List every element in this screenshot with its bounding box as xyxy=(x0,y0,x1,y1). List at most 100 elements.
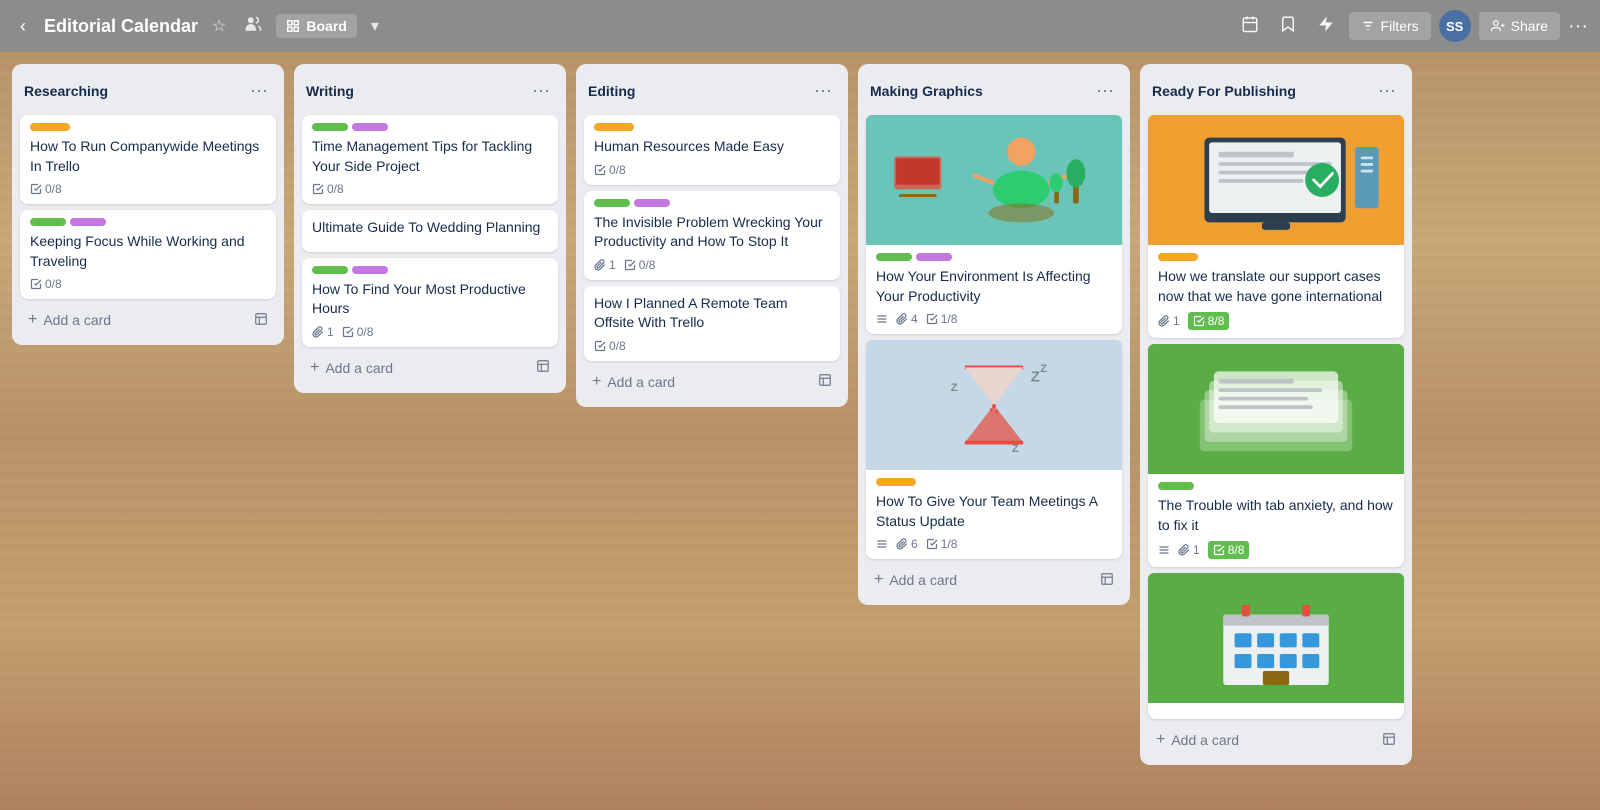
card-labels-w3 xyxy=(312,266,548,274)
add-card-btn-researching[interactable]: + Add a card xyxy=(20,305,276,335)
add-card-btn-ready-for-publishing[interactable]: + Add a card xyxy=(1148,725,1404,755)
team-icon[interactable] xyxy=(240,11,266,42)
card-meta-rfp1: 1 8/8 xyxy=(1158,312,1394,330)
list-researching: Researching ··· How To Run Companywide M… xyxy=(12,64,284,345)
plus-icon: + xyxy=(310,359,319,377)
card-labels-mg2 xyxy=(876,478,1112,486)
plus-icon: + xyxy=(28,311,37,329)
card-template-icon[interactable] xyxy=(818,373,832,390)
card-labels-r1 xyxy=(30,123,266,131)
card-meta-w3: 1 0/8 xyxy=(312,325,548,339)
card-meta-mg1: 4 1/8 xyxy=(876,312,1112,326)
list-header-making-graphics: Making Graphics ··· xyxy=(866,74,1122,109)
card-title-e2: The Invisible Problem Wrecking Your Prod… xyxy=(594,213,830,252)
card-r1[interactable]: How To Run Companywide Meetings In Trell… xyxy=(20,115,276,204)
list-title-editing: Editing xyxy=(588,83,635,99)
plus-icon: + xyxy=(1156,731,1165,749)
card-w3[interactable]: How To Find Your Most Productive Hours 1… xyxy=(302,258,558,347)
list-ready-for-publishing: Ready For Publishing ··· How we translat xyxy=(1140,64,1412,765)
list-menu-btn-researching[interactable]: ··· xyxy=(246,78,272,103)
avatar[interactable]: SS xyxy=(1439,10,1471,42)
board-title[interactable]: Editorial Calendar xyxy=(44,16,198,37)
back-button[interactable]: ‹ xyxy=(12,12,34,41)
card-template-icon[interactable] xyxy=(536,359,550,376)
card-w2[interactable]: Ultimate Guide To Wedding Planning xyxy=(302,210,558,252)
filters-label: Filters xyxy=(1381,18,1419,34)
svg-text:Z: Z xyxy=(1031,369,1040,386)
add-card-btn-writing[interactable]: + Add a card xyxy=(302,353,558,383)
card-title-mg1: How Your Environment Is Affecting Your P… xyxy=(876,267,1112,306)
filters-button[interactable]: Filters xyxy=(1349,12,1431,40)
card-mg1[interactable]: How Your Environment Is Affecting Your P… xyxy=(866,115,1122,334)
card-attachments-w3: 1 xyxy=(312,325,334,339)
more-icon[interactable]: ··· xyxy=(1568,15,1588,38)
list-menu-btn-making-graphics[interactable]: ··· xyxy=(1092,78,1118,103)
lightning-icon[interactable] xyxy=(1311,11,1341,42)
card-checklist-w3: 0/8 xyxy=(342,325,374,339)
calendar-icon[interactable] xyxy=(1235,11,1265,42)
bookmark-icon[interactable] xyxy=(1273,11,1303,42)
card-e2[interactable]: The Invisible Problem Wrecking Your Prod… xyxy=(584,191,840,280)
list-editing: Editing ··· Human Resources Made Easy 0/… xyxy=(576,64,848,407)
card-title-w3: How To Find Your Most Productive Hours xyxy=(312,280,548,319)
card-rfp3[interactable] xyxy=(1148,573,1404,719)
list-menu-btn-writing[interactable]: ··· xyxy=(528,78,554,103)
card-label xyxy=(876,478,916,486)
card-title-w1: Time Management Tips for Tackling Your S… xyxy=(312,137,548,176)
card-label xyxy=(312,123,348,131)
card-mg2[interactable]: Z Z Z Z How To Give Your Team Meetings A… xyxy=(866,340,1122,559)
add-card-left: + Add a card xyxy=(310,359,393,377)
card-cover-rfp3 xyxy=(1148,573,1404,703)
plus-icon: + xyxy=(592,373,601,391)
list-header-writing: Writing ··· xyxy=(302,74,558,109)
card-label xyxy=(594,123,634,131)
card-rfp2[interactable]: The Trouble with tab anxiety, and how to… xyxy=(1148,344,1404,567)
list-title-ready-for-publishing: Ready For Publishing xyxy=(1152,83,1296,99)
header: ‹ Editorial Calendar ☆ Board ▾ Filters S… xyxy=(0,0,1600,52)
card-label xyxy=(594,199,630,207)
card-template-icon[interactable] xyxy=(1100,572,1114,589)
list-menu-btn-ready-for-publishing[interactable]: ··· xyxy=(1374,78,1400,103)
list-menu-btn-editing[interactable]: ··· xyxy=(810,78,836,103)
card-template-icon[interactable] xyxy=(1382,732,1396,749)
add-card-label: Add a card xyxy=(607,374,675,390)
card-checklist-mg2: 1/8 xyxy=(926,537,958,551)
add-card-label: Add a card xyxy=(889,572,957,588)
dropdown-icon[interactable]: ▾ xyxy=(367,12,383,40)
add-card-btn-editing[interactable]: + Add a card xyxy=(584,367,840,397)
share-button[interactable]: Share xyxy=(1479,12,1560,40)
card-w1[interactable]: Time Management Tips for Tackling Your S… xyxy=(302,115,558,204)
lists-container: Researching ··· How To Run Companywide M… xyxy=(0,52,1600,810)
list-header-editing: Editing ··· xyxy=(584,74,840,109)
card-attachments-e2: 1 xyxy=(594,258,616,272)
card-checklist-rfp2: 8/8 xyxy=(1208,541,1250,559)
card-label xyxy=(312,266,348,274)
card-r2[interactable]: Keeping Focus While Working and Travelin… xyxy=(20,210,276,299)
card-cover-mg2: Z Z Z Z xyxy=(866,340,1122,470)
board-badge[interactable]: Board xyxy=(276,14,356,38)
card-rfp1[interactable]: How we translate our support cases now t… xyxy=(1148,115,1404,338)
star-icon[interactable]: ☆ xyxy=(208,12,230,40)
card-meta-mg2: 6 1/8 xyxy=(876,537,1112,551)
card-checklist-e3: 0/8 xyxy=(594,339,626,353)
list-title-making-graphics: Making Graphics xyxy=(870,83,983,99)
card-meta-e1: 0/8 xyxy=(594,163,830,177)
card-template-icon[interactable] xyxy=(254,312,268,329)
card-label xyxy=(30,123,70,131)
add-card-btn-making-graphics[interactable]: + Add a card xyxy=(866,565,1122,595)
list-title-writing: Writing xyxy=(306,83,354,99)
card-labels-rfp1 xyxy=(1158,253,1394,261)
card-title-rfp1: How we translate our support cases now t… xyxy=(1158,267,1394,306)
card-checklist-r1: 0/8 xyxy=(30,182,62,196)
add-card-left: + Add a card xyxy=(592,373,675,391)
card-checklist-mg1: 1/8 xyxy=(926,312,958,326)
card-title-w2: Ultimate Guide To Wedding Planning xyxy=(312,218,548,238)
card-labels-rfp2 xyxy=(1158,482,1394,490)
board-badge-label: Board xyxy=(306,18,346,34)
card-title-mg2: How To Give Your Team Meetings A Status … xyxy=(876,492,1112,531)
header-right: Filters SS Share ··· xyxy=(1235,10,1588,42)
card-e1[interactable]: Human Resources Made Easy 0/8 xyxy=(584,115,840,185)
card-meta-r1: 0/8 xyxy=(30,182,266,196)
card-attachments-mg1: 4 xyxy=(896,312,918,326)
card-e3[interactable]: How I Planned A Remote Team Offsite With… xyxy=(584,286,840,361)
